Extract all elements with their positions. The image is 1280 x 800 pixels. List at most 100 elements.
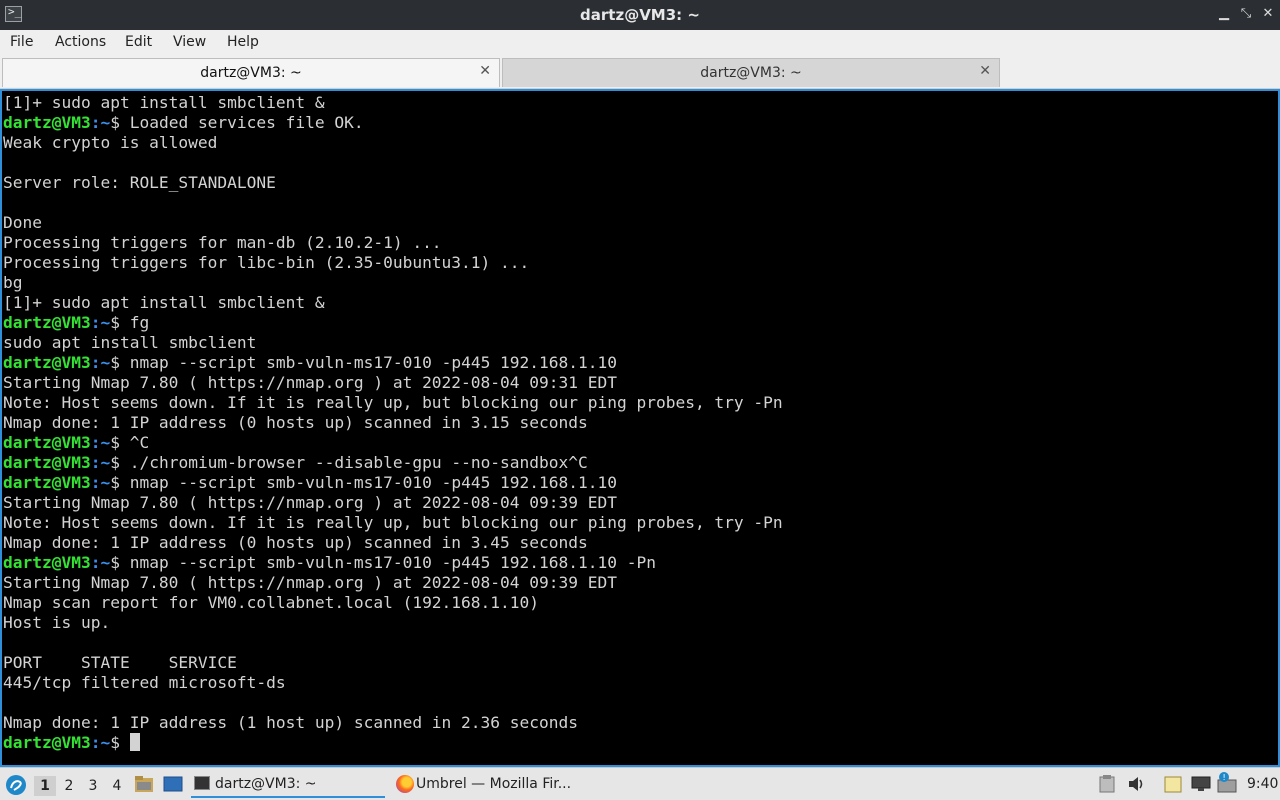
output-text: Note: Host seems down. If it is really u… <box>3 513 783 532</box>
prompt-sign: $ <box>110 473 130 492</box>
menu-actions[interactable]: Actions <box>55 34 106 50</box>
command-text: fg <box>129 313 150 332</box>
start-menu-icon[interactable] <box>5 774 27 796</box>
output-text: [1]+ sudo apt install smbclient & <box>3 93 325 112</box>
menu-file[interactable]: File <box>10 34 33 50</box>
command-text: nmap --script smb-vuln-ms17-010 -p445 19… <box>129 353 618 372</box>
prompt-path: :~ <box>90 733 111 752</box>
command-text: nmap --script smb-vuln-ms17-010 -p445 19… <box>129 553 656 572</box>
menu-view[interactable]: View <box>173 34 206 50</box>
terminal-line: [1]+ sudo apt install smbclient & <box>3 293 783 313</box>
workspace-1[interactable]: 1 <box>34 776 56 796</box>
menu-help[interactable]: Help <box>227 34 259 50</box>
task-terminal[interactable]: dartz@VM3: ~ <box>191 770 385 798</box>
prompt-path: :~ <box>90 433 111 452</box>
network-icon[interactable]: ! <box>1214 771 1240 795</box>
terminal-line: Starting Nmap 7.80 ( https://nmap.org ) … <box>3 493 783 513</box>
prompt-user: dartz@VM3 <box>3 433 91 452</box>
svg-text:!: ! <box>1223 773 1226 782</box>
prompt-user: dartz@VM3 <box>3 473 91 492</box>
tab-label: dartz@VM3: ~ <box>200 65 302 81</box>
notes-icon[interactable] <box>1163 775 1183 793</box>
terminal-cursor <box>129 733 140 751</box>
terminal-line: Note: Host seems down. If it is really u… <box>3 513 783 533</box>
output-text: Processing triggers for man-db (2.10.2-1… <box>3 233 442 252</box>
task-firefox[interactable]: Umbrel — Mozilla Fir... <box>392 770 592 798</box>
prompt-user: dartz@VM3 <box>3 453 91 472</box>
terminal-line: dartz@VM3:~$ ^C <box>3 433 783 453</box>
output-text: PORT STATE SERVICE <box>3 653 237 672</box>
output-text: 445/tcp filtered microsoft-ds <box>3 673 286 692</box>
terminal-line: Processing triggers for libc-bin (2.35-0… <box>3 253 783 273</box>
volume-icon[interactable] <box>1127 775 1147 793</box>
output-text: Nmap scan report for VM0.collabnet.local… <box>3 593 540 612</box>
tab-label: dartz@VM3: ~ <box>700 65 802 81</box>
terminal-line: Nmap done: 1 IP address (1 host up) scan… <box>3 713 783 733</box>
terminal-output: [1]+ sudo apt install smbclient & dartz@V… <box>3 93 783 753</box>
workspace-4[interactable]: 4 <box>106 776 128 796</box>
prompt-sign: $ <box>110 313 130 332</box>
terminal-line: [1]+ sudo apt install smbclient & <box>3 93 783 113</box>
prompt-user: dartz@VM3 <box>3 553 91 572</box>
tab-close-icon[interactable]: ✕ <box>479 63 491 79</box>
close-button[interactable]: ✕ <box>1258 4 1278 24</box>
prompt-user: dartz@VM3 <box>3 313 91 332</box>
terminal-line: 445/tcp filtered microsoft-ds <box>3 673 783 693</box>
output-text: Host is up. <box>3 613 111 632</box>
command-text: ./chromium-browser --disable-gpu --no-sa… <box>129 453 588 472</box>
minimize-button[interactable]: ▁ <box>1214 4 1234 24</box>
output-text: Starting Nmap 7.80 ( https://nmap.org ) … <box>3 573 617 592</box>
clipboard-icon[interactable] <box>1099 775 1115 793</box>
terminal-line: Weak crypto is allowed <box>3 133 783 153</box>
terminal-line: PORT STATE SERVICE <box>3 653 783 673</box>
terminal-line: Done <box>3 213 783 233</box>
terminal-view[interactable]: [1]+ sudo apt install smbclient & dartz@V… <box>0 89 1280 767</box>
prompt-path: :~ <box>90 473 111 492</box>
display-icon[interactable] <box>1191 775 1211 793</box>
output-text: Server role: ROLE_STANDALONE <box>3 173 276 192</box>
window-title: dartz@VM3: ~ <box>580 6 700 24</box>
prompt-path: :~ <box>90 453 111 472</box>
show-desktop-icon[interactable] <box>163 776 183 792</box>
prompt-sign: $ <box>110 553 130 572</box>
menu-edit[interactable]: Edit <box>125 34 152 50</box>
tab-terminal-1[interactable]: dartz@VM3: ~ ✕ <box>2 58 500 87</box>
prompt-path: :~ <box>90 113 111 132</box>
workspace-2[interactable]: 2 <box>58 776 80 796</box>
terminal-line: Nmap done: 1 IP address (0 hosts up) sca… <box>3 533 783 553</box>
clock[interactable]: 9:40 <box>1247 776 1278 792</box>
output-text: Starting Nmap 7.80 ( https://nmap.org ) … <box>3 373 617 392</box>
taskbar: 1 2 3 4 dartz@VM3: ~ Umbrel — Mozilla Fi… <box>0 767 1280 800</box>
firefox-icon <box>396 775 414 793</box>
prompt-user: dartz@VM3 <box>3 353 91 372</box>
terminal-line: Starting Nmap 7.80 ( https://nmap.org ) … <box>3 573 783 593</box>
file-manager-icon[interactable] <box>134 775 154 793</box>
command-text: nmap --script smb-vuln-ms17-010 -p445 19… <box>129 473 618 492</box>
terminal-line: sudo apt install smbclient <box>3 333 783 353</box>
prompt-sign: $ <box>110 453 130 472</box>
output-text: Nmap done: 1 IP address (1 host up) scan… <box>3 713 578 732</box>
tab-terminal-2[interactable]: dartz@VM3: ~ ✕ <box>502 58 1000 87</box>
terminal-line: dartz@VM3:~$ ./chromium-browser --disabl… <box>3 453 783 473</box>
workspace-3[interactable]: 3 <box>82 776 104 796</box>
prompt-path: :~ <box>90 553 111 572</box>
tab-close-icon[interactable]: ✕ <box>979 63 991 79</box>
task-label: dartz@VM3: ~ <box>215 776 317 792</box>
output-text: Nmap done: 1 IP address (0 hosts up) sca… <box>3 413 588 432</box>
maximize-button[interactable]: ⤡ <box>1236 4 1256 24</box>
terminal-line: Processing triggers for man-db (2.10.2-1… <box>3 233 783 253</box>
terminal-line: dartz@VM3:~$ <box>3 733 783 753</box>
terminal-line: Nmap scan report for VM0.collabnet.local… <box>3 593 783 613</box>
terminal-line: dartz@VM3:~$ Loaded services file OK. <box>3 113 783 133</box>
terminal-line: Host is up. <box>3 613 783 633</box>
prompt-user: dartz@VM3 <box>3 733 91 752</box>
prompt-path: :~ <box>90 353 111 372</box>
output-text: Note: Host seems down. If it is really u… <box>3 393 783 412</box>
menu-bar: File Actions Edit View Help <box>0 30 1280 56</box>
terminal-line: Server role: ROLE_STANDALONE <box>3 173 783 193</box>
terminal-line: dartz@VM3:~$ nmap --script smb-vuln-ms17… <box>3 353 783 373</box>
terminal-line: dartz@VM3:~$ nmap --script smb-vuln-ms17… <box>3 473 783 493</box>
